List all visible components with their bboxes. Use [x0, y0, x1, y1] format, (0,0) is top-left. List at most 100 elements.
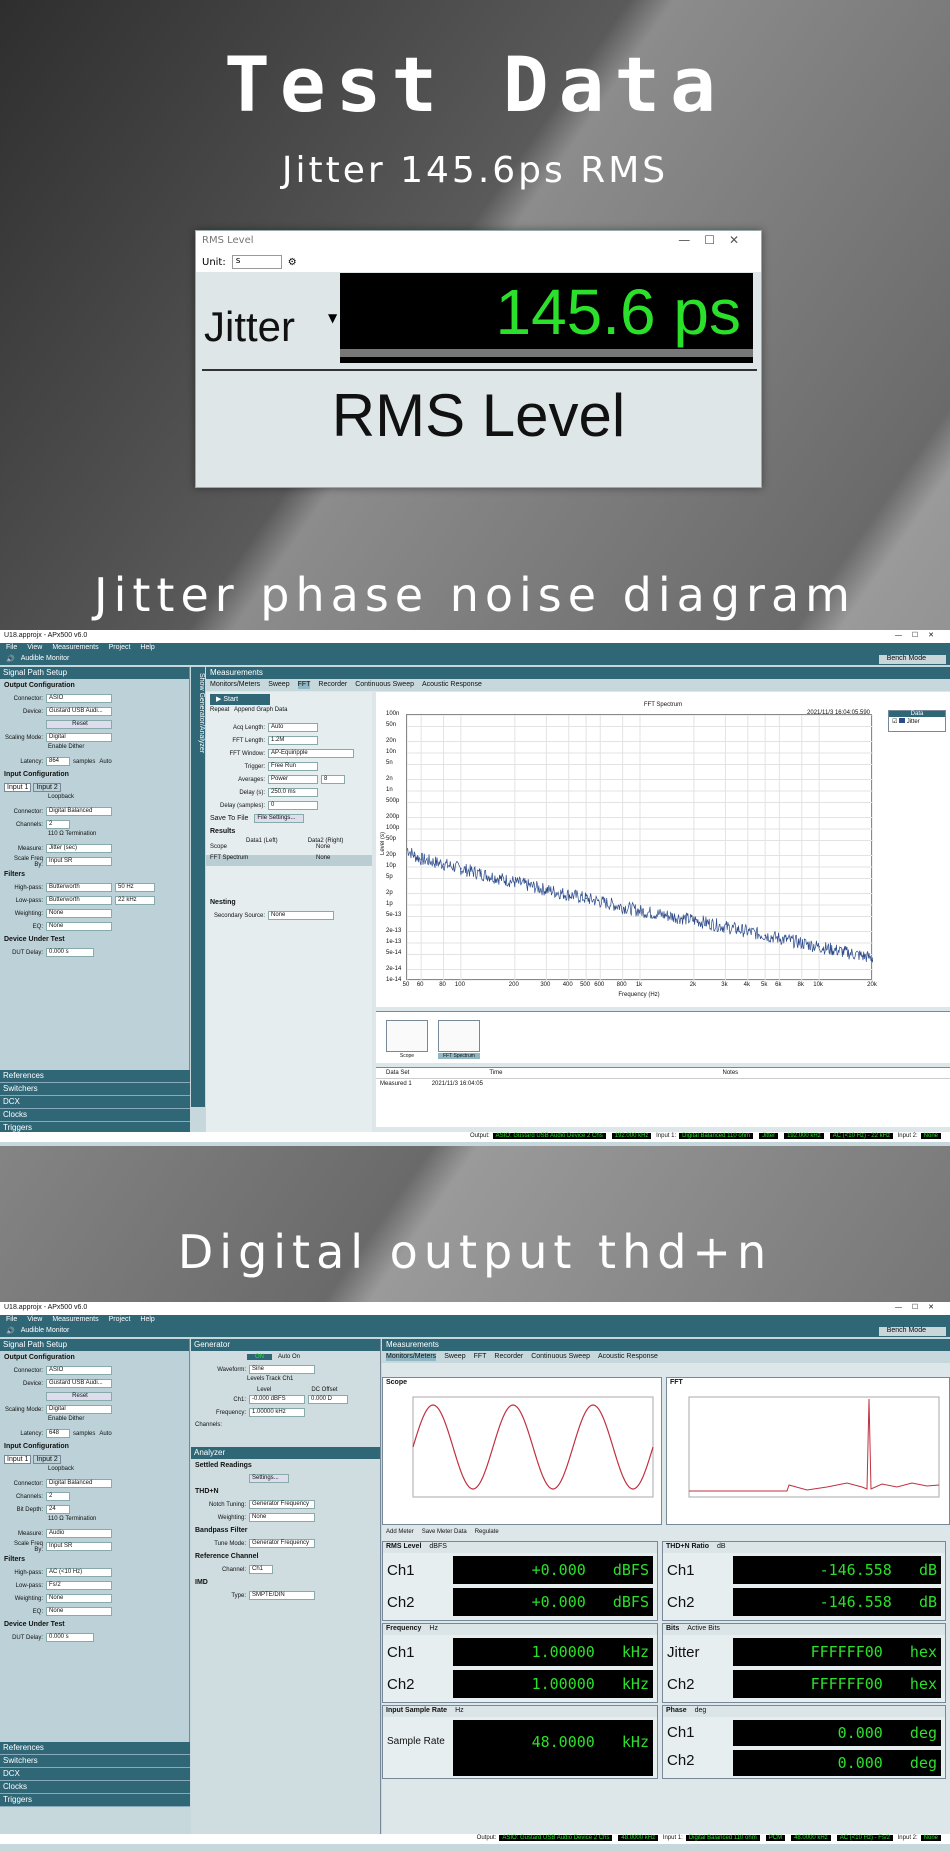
- results-row[interactable]: FFT Spectrum None: [206, 855, 372, 866]
- tune-select[interactable]: Generator Frequency: [249, 1539, 315, 1548]
- save-meter-button[interactable]: Save Meter Data: [422, 1529, 467, 1537]
- menu-view[interactable]: View: [27, 644, 42, 653]
- nav-clocks[interactable]: Clocks: [0, 1781, 190, 1794]
- delay-field[interactable]: 250.0 ms: [268, 788, 318, 797]
- lowpass-value[interactable]: 22 kHz: [115, 896, 155, 905]
- meter-unit-select[interactable]: Hz: [455, 1707, 464, 1716]
- eq-select[interactable]: None: [46, 922, 112, 931]
- weighting-select[interactable]: None: [46, 1594, 112, 1603]
- speaker-icon[interactable]: 🔊: [6, 655, 15, 664]
- latency-field[interactable]: 864: [46, 757, 70, 766]
- nav-clocks[interactable]: Clocks: [0, 1109, 190, 1122]
- tab-sweep[interactable]: Sweep: [268, 681, 289, 689]
- measure-select[interactable]: Audio: [46, 1529, 112, 1538]
- fft-graph[interactable]: FFT: [666, 1377, 950, 1525]
- settings-button[interactable]: Settings...: [249, 1474, 289, 1483]
- measure-select[interactable]: Jitter (sec): [46, 844, 112, 853]
- termination-checkbox[interactable]: 110 Ω Termination: [0, 831, 189, 842]
- nav-switchers[interactable]: Switchers: [0, 1083, 190, 1096]
- legend-item[interactable]: ☑ Jitter: [889, 717, 945, 726]
- averages-count[interactable]: 8: [321, 775, 345, 784]
- tab-input-2[interactable]: Input 2: [33, 1455, 61, 1464]
- type-select[interactable]: SMPTE/DIN: [249, 1591, 315, 1600]
- thumb-scope[interactable]: [386, 1020, 428, 1052]
- bench-mode-select[interactable]: Bench Mode: [878, 655, 946, 664]
- on-toggle[interactable]: ON: [247, 1354, 272, 1360]
- meter-unit-select[interactable]: Hz: [429, 1625, 438, 1634]
- connector-select[interactable]: ASIO: [46, 694, 112, 703]
- meter-unit-select[interactable]: dB: [717, 1543, 726, 1552]
- trigger-select[interactable]: Free Run: [268, 762, 318, 771]
- dut-delay-field[interactable]: 0.000 s: [46, 1633, 94, 1642]
- notch-select[interactable]: Generator Frequency: [249, 1500, 315, 1509]
- tab-continuous-sweep[interactable]: Continuous Sweep: [531, 1353, 590, 1361]
- secondary-select[interactable]: None: [268, 911, 334, 920]
- tab-input-1[interactable]: Input 1: [4, 1455, 32, 1464]
- window-controls[interactable]: —☐✕: [895, 631, 944, 639]
- plot-area[interactable]: [406, 714, 874, 982]
- dataset-row[interactable]: Measured 1 2021/11/3 16:04:05: [376, 1079, 950, 1089]
- window-controls[interactable]: —☐✕: [678, 233, 753, 247]
- nav-references[interactable]: References: [0, 1070, 190, 1083]
- channels-stepper[interactable]: 2: [46, 820, 70, 829]
- start-button[interactable]: ▶ Start: [210, 694, 270, 705]
- save-to-file-checkbox[interactable]: Save To File: [210, 815, 248, 822]
- tab-continuous-sweep[interactable]: Continuous Sweep: [355, 681, 414, 689]
- ch1-level-field[interactable]: -0.000 dBFS: [249, 1395, 305, 1404]
- highpass-value[interactable]: 50 Hz: [115, 883, 155, 892]
- weighting-select[interactable]: None: [249, 1513, 315, 1522]
- device-select[interactable]: Gustard USB Audi...: [46, 707, 112, 716]
- in-connector-select[interactable]: Digital Balanced: [46, 807, 112, 816]
- menu-help[interactable]: Help: [140, 1316, 154, 1325]
- menu-file[interactable]: File: [6, 1316, 17, 1325]
- bench-mode-select[interactable]: Bench Mode: [878, 1327, 946, 1336]
- menu-project[interactable]: Project: [109, 1316, 131, 1325]
- delay-samples-field[interactable]: 0: [268, 801, 318, 810]
- tab-sweep[interactable]: Sweep: [444, 1353, 465, 1361]
- menu-file[interactable]: File: [6, 644, 17, 653]
- ch1-dc-field[interactable]: 0.000 D: [308, 1395, 348, 1404]
- tab-input-1[interactable]: Input 1: [4, 783, 32, 792]
- audible-monitor-label[interactable]: Audible Monitor: [21, 1327, 70, 1336]
- menu-help[interactable]: Help: [140, 644, 154, 653]
- waveform-select[interactable]: Sine: [249, 1365, 315, 1374]
- tab-fft[interactable]: FFT: [474, 1353, 487, 1361]
- eq-select[interactable]: None: [46, 1607, 112, 1616]
- speaker-icon[interactable]: 🔊: [6, 1327, 15, 1336]
- nav-dcx[interactable]: DCX: [0, 1096, 190, 1109]
- results-row-value[interactable]: None: [316, 855, 366, 866]
- menu-measurements[interactable]: Measurements: [52, 644, 98, 653]
- tab-monitors[interactable]: Monitors/Meters: [386, 1353, 437, 1361]
- highpass-select[interactable]: AC (<10 Hz): [46, 1568, 112, 1577]
- window-controls[interactable]: —☐✕: [895, 1303, 944, 1311]
- meter-unit-select[interactable]: Active Bits: [687, 1625, 720, 1634]
- repeat-checkbox[interactable]: Repeat: [210, 707, 229, 713]
- add-meter-button[interactable]: Add Meter: [386, 1529, 414, 1537]
- regulate-button[interactable]: Regulate: [475, 1529, 499, 1537]
- scaling-select[interactable]: Digital: [46, 733, 112, 742]
- nav-triggers[interactable]: Triggers: [0, 1794, 190, 1807]
- window-select[interactable]: AP-Equiripple: [268, 749, 354, 758]
- reset-button[interactable]: Reset: [46, 720, 112, 729]
- lowpass-select[interactable]: Butterworth: [46, 896, 112, 905]
- meter-unit-select[interactable]: dBFS: [429, 1543, 447, 1552]
- append-checkbox[interactable]: Append Graph Data: [234, 707, 287, 713]
- generator-strip[interactable]: Show Generator/Analyzer: [191, 667, 205, 1107]
- auto-checkbox[interactable]: Auto: [99, 759, 111, 765]
- unit-select[interactable]: s: [231, 255, 282, 269]
- dut-delay-field[interactable]: 0.000 s: [46, 948, 94, 957]
- scale-select[interactable]: Input SR: [46, 857, 112, 866]
- menu-project[interactable]: Project: [109, 644, 131, 653]
- averages-select[interactable]: Power: [268, 775, 318, 784]
- auto-on-checkbox[interactable]: Auto On: [278, 1354, 300, 1360]
- reset-button[interactable]: Reset: [46, 1392, 112, 1401]
- tab-input-2[interactable]: Input 2: [33, 783, 61, 792]
- channel-select[interactable]: Ch1: [249, 1565, 273, 1574]
- loopback-checkbox[interactable]: Loopback: [0, 1466, 189, 1477]
- tab-fft[interactable]: FFT: [297, 681, 311, 689]
- nav-references[interactable]: References: [0, 1742, 190, 1755]
- channels-stepper[interactable]: 2: [46, 1492, 70, 1501]
- highpass-select[interactable]: Butterworth: [46, 883, 112, 892]
- loopback-checkbox[interactable]: Loopback: [0, 794, 189, 805]
- tab-recorder[interactable]: Recorder: [494, 1353, 523, 1361]
